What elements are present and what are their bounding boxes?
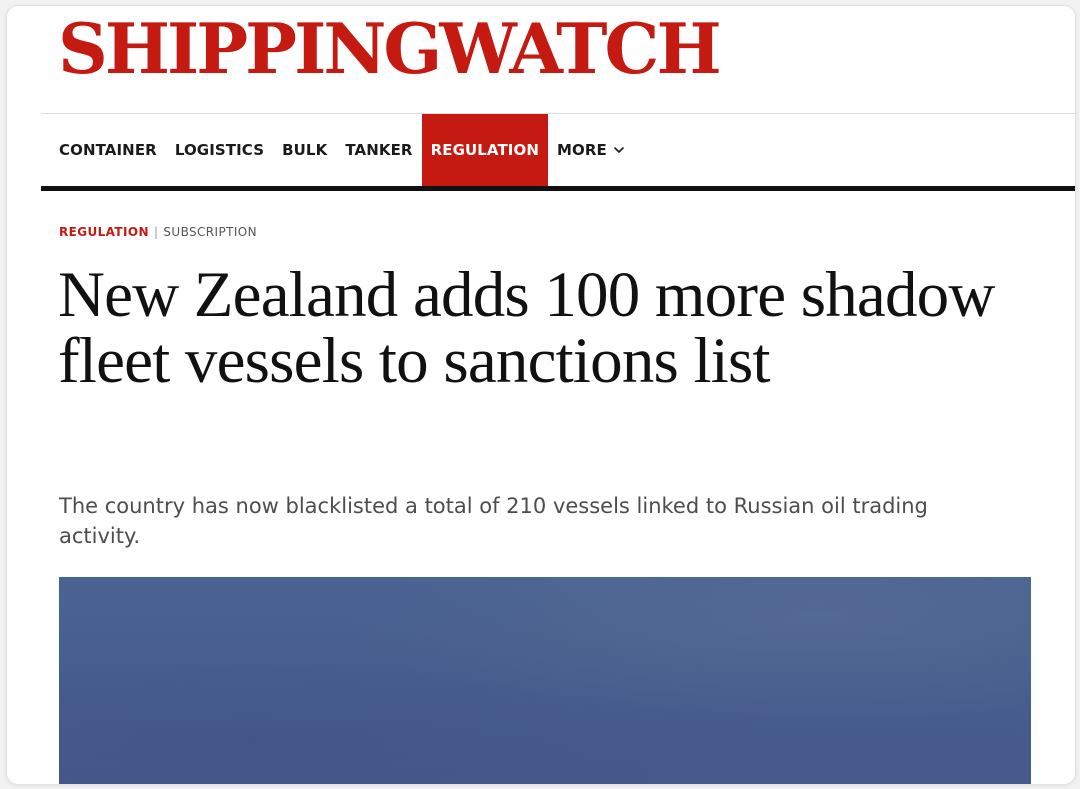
nav-item-regulation[interactable]: REGULATION	[421, 114, 548, 186]
nav-item-logistics[interactable]: LOGISTICS	[166, 114, 273, 186]
kicker-separator: |	[153, 225, 159, 239]
nav-item-bulk[interactable]: BULK	[273, 114, 336, 186]
access-label: SUBSCRIPTION	[163, 225, 258, 239]
section-link[interactable]: REGULATION	[59, 225, 149, 239]
article-lead: The country has now blacklisted a total …	[59, 494, 928, 548]
nav-item-more[interactable]: MORE	[548, 114, 634, 186]
site-logo[interactable]: SHIPPINGWATCH	[58, 10, 722, 90]
nav-item-container[interactable]: CONTAINER	[41, 114, 166, 186]
nav-item-tanker[interactable]: TANKER	[336, 114, 421, 186]
article-headline: New Zealand adds 100 more shadow fleet v…	[58, 259, 995, 397]
main-navigation: CONTAINER LOGISTICS BULK TANKER REGULATI…	[41, 114, 634, 186]
chevron-down-icon	[614, 147, 624, 153]
nav-divider	[41, 186, 1075, 191]
article-kicker: REGULATION | SUBSCRIPTION	[59, 225, 257, 239]
browser-page: SHIPPINGWATCH CONTAINER LOGISTICS BULK T…	[6, 5, 1076, 785]
hero-image	[59, 577, 1031, 784]
nav-item-more-label: MORE	[557, 141, 607, 159]
